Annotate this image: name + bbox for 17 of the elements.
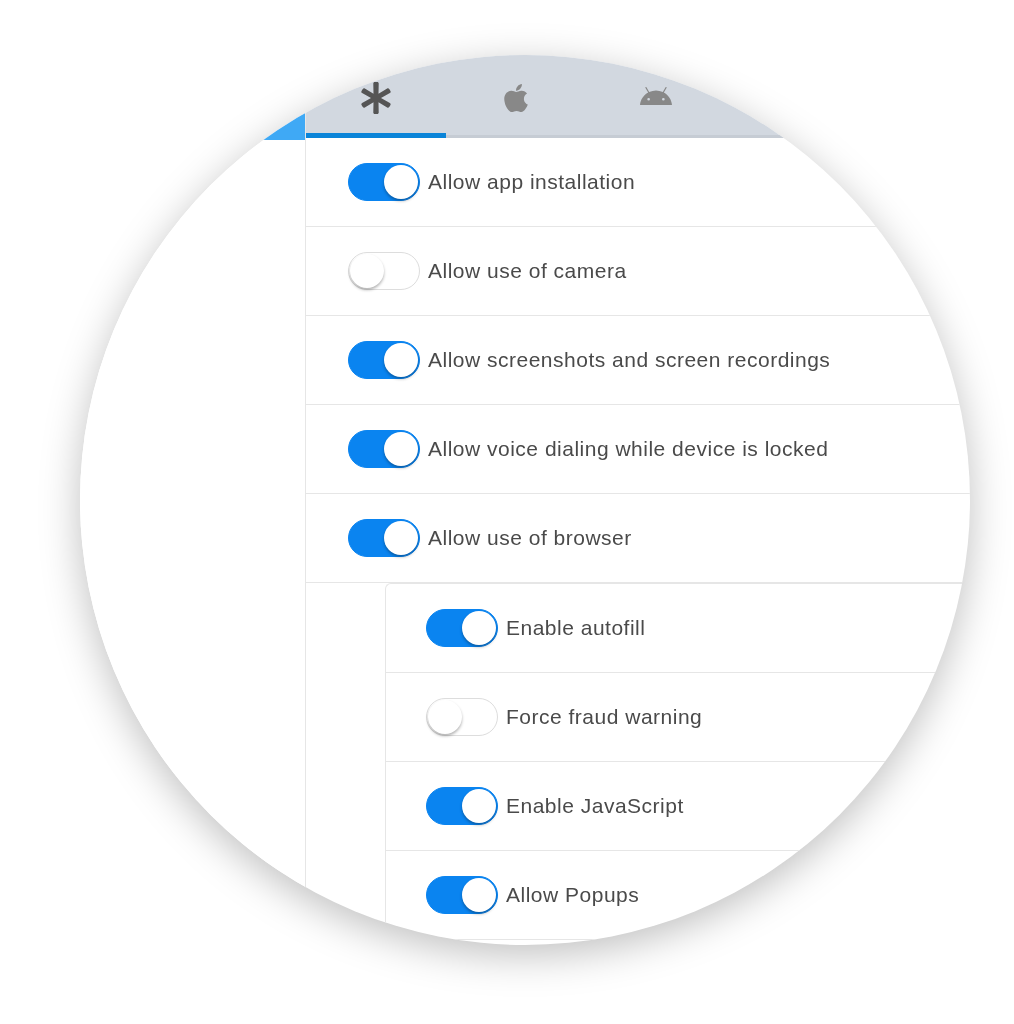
setting-label: Force fraud warning <box>506 704 703 731</box>
toggle-switch[interactable] <box>426 876 498 914</box>
setting-label: Allow use of camera <box>428 258 627 285</box>
setting-label: Allow Popups <box>506 882 640 909</box>
toggle-switch[interactable] <box>426 609 498 647</box>
toggle-switch[interactable] <box>426 787 498 825</box>
toggle-switch[interactable] <box>348 430 420 468</box>
asterisk-icon <box>360 82 392 114</box>
toggle-switch[interactable] <box>348 519 420 557</box>
toggle-switch[interactable] <box>348 163 420 201</box>
setting-label: Enable JavaScript <box>506 793 684 820</box>
setting-label: Allow use of browser <box>428 525 632 552</box>
setting-label: Enable autofill <box>506 615 646 642</box>
toggle-switch[interactable] <box>348 341 420 379</box>
setting-label: Allow app installation <box>428 169 636 196</box>
setting-label: Allow screenshots and screen recordings <box>428 347 831 374</box>
setting-label: Allow voice dialing while device is locked <box>428 436 829 463</box>
